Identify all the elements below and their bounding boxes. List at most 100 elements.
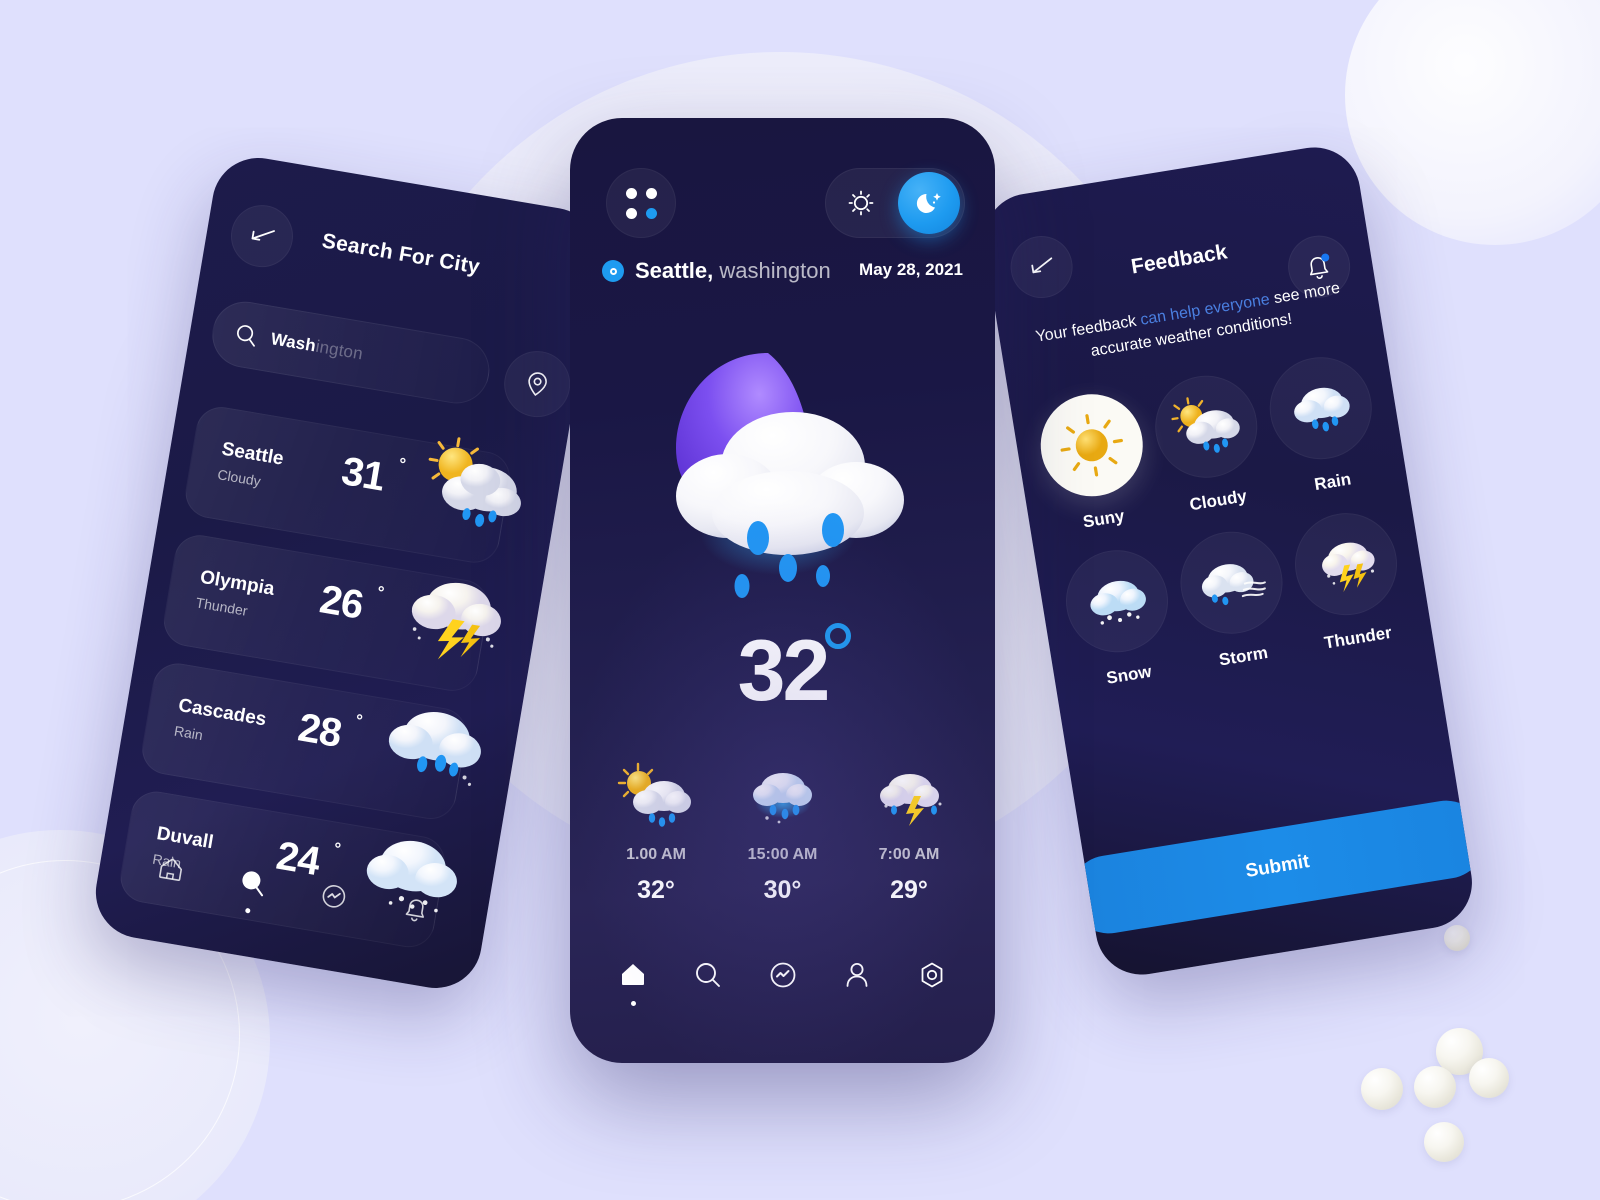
degree-symbol-icon xyxy=(824,623,851,649)
location-target-icon xyxy=(528,372,547,396)
condition-label: Snow xyxy=(1105,661,1153,688)
hourly-temperature: 29° xyxy=(890,876,928,904)
decorative-sphere xyxy=(1414,1066,1456,1108)
search-input[interactable]: Washington xyxy=(207,296,495,409)
nav-settings-button[interactable] xyxy=(913,956,951,994)
nav-search-button[interactable] xyxy=(689,956,727,994)
sun-cloud-rain-icon xyxy=(400,425,537,553)
hourly-item[interactable]: 15:00 AM 30° xyxy=(723,758,843,905)
feedback-screen: Feedback Your feedback can help everyone… xyxy=(977,140,1479,982)
decorative-sphere xyxy=(1361,1068,1403,1110)
condition-option-cloudy[interactable]: Cloudy xyxy=(1141,367,1277,520)
hourly-item[interactable]: 1.00 AM 32° xyxy=(596,758,716,905)
condition-label: Rain xyxy=(1312,469,1353,495)
home-icon xyxy=(159,858,183,882)
condition-option-thunder[interactable]: Thunder xyxy=(1281,505,1417,658)
cloud-thunder-icon xyxy=(849,758,969,836)
condition-icon-container xyxy=(1287,505,1405,623)
condition-option-suny[interactable]: Suny xyxy=(1026,386,1162,539)
condition-icon-container xyxy=(1262,349,1380,467)
hourly-forecast: 1.00 AM 32° 15:00 AM 30° 7:00 AM 29° xyxy=(596,758,969,905)
nav-notifications-button[interactable] xyxy=(394,888,438,932)
sun-cloud-rain-icon xyxy=(1171,397,1240,453)
weather-condition-grid: Suny Cloudy Rain Snow Storm Thunder xyxy=(1026,349,1417,695)
background-blob-top-right xyxy=(1345,0,1600,245)
condition-option-rain[interactable]: Rain xyxy=(1255,349,1391,502)
moon-cloud-rain-icon xyxy=(618,318,948,608)
cloud-rain-icon xyxy=(357,681,494,809)
screenshot-canvas: Search For City Washington Seattle Cloud… xyxy=(0,0,1600,1200)
cloud-rain-icon xyxy=(723,758,843,836)
menu-grid-button[interactable] xyxy=(606,168,676,238)
cloud-thunder-icon xyxy=(1322,542,1375,592)
settings-icon xyxy=(921,962,943,988)
moon-icon xyxy=(916,193,941,213)
degree-symbol: ° xyxy=(332,838,343,859)
search-for-city-screen: Search For City Washington Seattle Cloud… xyxy=(88,151,606,995)
search-icon xyxy=(237,325,255,347)
toggle-day-option[interactable] xyxy=(830,172,892,234)
condition-icon-container xyxy=(1147,368,1265,486)
condition-option-storm[interactable]: Storm xyxy=(1166,523,1302,676)
search-icon xyxy=(242,871,263,897)
nav-home-button[interactable] xyxy=(150,847,194,891)
hourly-item[interactable]: 7:00 AM 29° xyxy=(849,758,969,905)
location-pin-icon xyxy=(602,260,624,282)
nav-search-button[interactable] xyxy=(231,861,275,914)
city-temperature: 28 xyxy=(294,705,345,756)
hourly-time: 15:00 AM xyxy=(747,846,818,863)
condition-icon-container xyxy=(1173,524,1291,642)
condition-label: Thunder xyxy=(1322,622,1394,653)
city-name: Seattle, xyxy=(635,258,714,283)
current-date: May 28, 2021 xyxy=(859,260,963,279)
nav-activity-button[interactable] xyxy=(764,956,802,994)
condition-icon-container xyxy=(1058,542,1176,660)
bottom-navigation xyxy=(570,947,995,1006)
search-icon xyxy=(695,963,720,987)
hourly-temperature: 30° xyxy=(763,876,802,904)
cloud-storm-icon xyxy=(1201,564,1266,606)
search-suggestion-text: ington xyxy=(314,336,365,364)
hourly-time: 1.00 AM xyxy=(626,846,686,863)
home-icon xyxy=(622,964,644,985)
person-icon xyxy=(846,963,868,987)
condition-label: Storm xyxy=(1217,642,1270,670)
degree-symbol: ° xyxy=(397,454,408,475)
city-condition: Cloudy xyxy=(216,466,263,490)
decorative-sphere xyxy=(1469,1058,1509,1098)
hourly-time: 7:00 AM xyxy=(878,846,940,863)
sun-icon xyxy=(848,190,874,216)
nav-activity-button[interactable] xyxy=(312,874,356,918)
city-temperature: 31 xyxy=(338,449,388,500)
current-temperature: 32 xyxy=(737,623,831,719)
cloud-thunder-icon xyxy=(379,553,516,681)
city-temperature: 26 xyxy=(316,577,366,628)
degree-symbol: ° xyxy=(354,710,364,731)
city-name: Seattle xyxy=(220,438,286,470)
nav-home-button[interactable] xyxy=(614,956,652,1006)
use-my-location-button[interactable] xyxy=(499,346,576,423)
state-name: washington xyxy=(719,258,831,283)
degree-symbol: ° xyxy=(375,582,386,603)
home-weather-screen: Seattle, washington May 28, 2021 32 1.00… xyxy=(570,118,995,1063)
current-location[interactable]: Seattle, washington xyxy=(602,258,831,284)
decorative-sphere xyxy=(1444,925,1470,951)
sun-cloud-rain-icon xyxy=(596,758,716,836)
nav-profile-button[interactable] xyxy=(838,956,876,994)
cloud-snow-icon xyxy=(1090,580,1146,625)
condition-icon-container xyxy=(1033,386,1151,504)
search-typed-text: Wash xyxy=(269,329,318,356)
day-night-toggle[interactable] xyxy=(825,168,965,238)
bell-icon xyxy=(405,899,424,922)
active-indicator-dot xyxy=(630,1001,636,1006)
submit-button[interactable]: Submit xyxy=(1064,794,1479,940)
toggle-night-option[interactable] xyxy=(898,172,960,234)
activity-icon xyxy=(770,962,795,988)
hourly-temperature: 32° xyxy=(637,876,675,904)
condition-label: Cloudy xyxy=(1188,486,1249,515)
decorative-sphere xyxy=(1424,1122,1464,1162)
location-text: Seattle, washington xyxy=(635,258,831,284)
sun-icon xyxy=(1060,414,1123,477)
condition-option-snow[interactable]: Snow xyxy=(1052,542,1188,695)
city-condition: Rain xyxy=(172,722,205,744)
